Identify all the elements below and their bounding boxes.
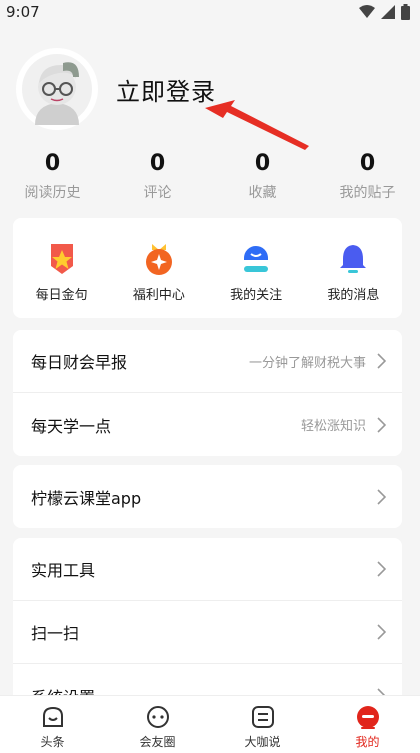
chevron-right-icon [377,561,386,577]
stats-bar: 0 阅读历史 0 评论 0 收藏 0 我的贴子 [0,150,420,202]
stat-label: 收藏 [248,185,277,201]
quick-my-follows[interactable]: 我的关注 [208,218,305,318]
menu-row-daily-learning[interactable]: 每天学一点 轻松涨知识 [13,393,402,456]
chat-icon [146,706,169,728]
avatar[interactable] [16,48,98,130]
row-title: 扫一扫 [31,624,80,643]
row-title: 柠檬云课堂app [31,488,142,508]
list-icon [251,706,274,728]
row-title: 实用工具 [31,561,96,580]
battery-icon [401,4,410,20]
stat-label: 评论 [143,185,172,201]
status-icons [359,4,410,20]
tab-label: 会友圈 [139,735,176,749]
stat-label: 我的贴子 [339,185,396,201]
row-title: 每日财会早报 [31,353,128,372]
pointer-arrow-icon [205,100,309,150]
quick-welfare-center[interactable]: 福利中心 [110,218,207,318]
tools-card: 实用工具 扫一扫 系统设置 [13,538,402,698]
bell-icon [340,245,367,273]
chevron-right-icon [377,353,386,369]
tab-label: 大咖说 [244,735,281,749]
smile-icon [42,706,63,727]
person-follow-icon [244,246,269,272]
menu-row-tools[interactable]: 实用工具 [13,538,402,601]
tab-label: 我的 [355,735,380,749]
tab-friends-circle[interactable]: 会友圈 [105,696,210,753]
status-bar: 9:07 [0,0,420,24]
quick-label: 我的消息 [327,288,380,303]
row-title: 每天学一点 [31,416,112,436]
app-card: 柠檬云课堂app [13,465,402,528]
stat-value: 0 [149,151,166,176]
stat-my-posts[interactable]: 0 我的贴子 [315,150,420,202]
profile-icon [356,706,379,729]
quick-label: 福利中心 [132,288,185,303]
row-hint: 一分钟了解财税大事 [248,355,366,371]
login-link[interactable]: 立即登录 [116,72,216,107]
bottom-tab-bar: 头条 会友圈 大咖说 我的 [0,695,420,753]
stat-comments[interactable]: 0 评论 [105,150,210,202]
tab-experts[interactable]: 大咖说 [210,696,315,753]
status-time: 9:07 [6,3,40,21]
menu-row-app[interactable]: 柠檬云课堂app [13,465,402,528]
wifi-icon [359,5,375,18]
stat-value: 0 [359,151,376,176]
menu-row-daily-report[interactable]: 每日财会早报 一分钟了解财税大事 [13,330,402,393]
chevron-right-icon [377,488,386,505]
quick-actions-card: 每日金句 福利中心 我的关注 我的消息 [13,218,402,318]
profile-header[interactable]: 立即登录 [16,48,216,130]
tab-label: 头条 [40,735,65,749]
quick-my-messages[interactable]: 我的消息 [305,218,402,318]
avatar-icon [22,54,92,125]
quick-daily-quote[interactable]: 每日金句 [13,218,110,318]
stat-value: 0 [254,151,271,176]
tab-mine[interactable]: 我的 [315,696,420,753]
gift-medal-icon [145,244,172,275]
quick-label: 每日金句 [35,288,88,303]
quick-label: 我的关注 [230,288,283,303]
row-hint: 轻松涨知识 [300,419,366,434]
stat-value: 0 [44,151,61,176]
stat-reading-history[interactable]: 0 阅读历史 [0,150,105,202]
chevron-right-icon [377,624,386,640]
menu-row-scan[interactable]: 扫一扫 [13,601,402,664]
menu-row-settings[interactable]: 系统设置 [13,664,402,698]
tab-headlines[interactable]: 头条 [0,696,105,753]
signal-icon [381,5,395,19]
news-card: 每日财会早报 一分钟了解财税大事 每天学一点 轻松涨知识 [13,330,402,456]
stat-label: 阅读历史 [24,185,81,201]
stat-favorites[interactable]: 0 收藏 [210,150,315,202]
chevron-right-icon [377,416,386,433]
star-badge-icon [50,244,73,274]
